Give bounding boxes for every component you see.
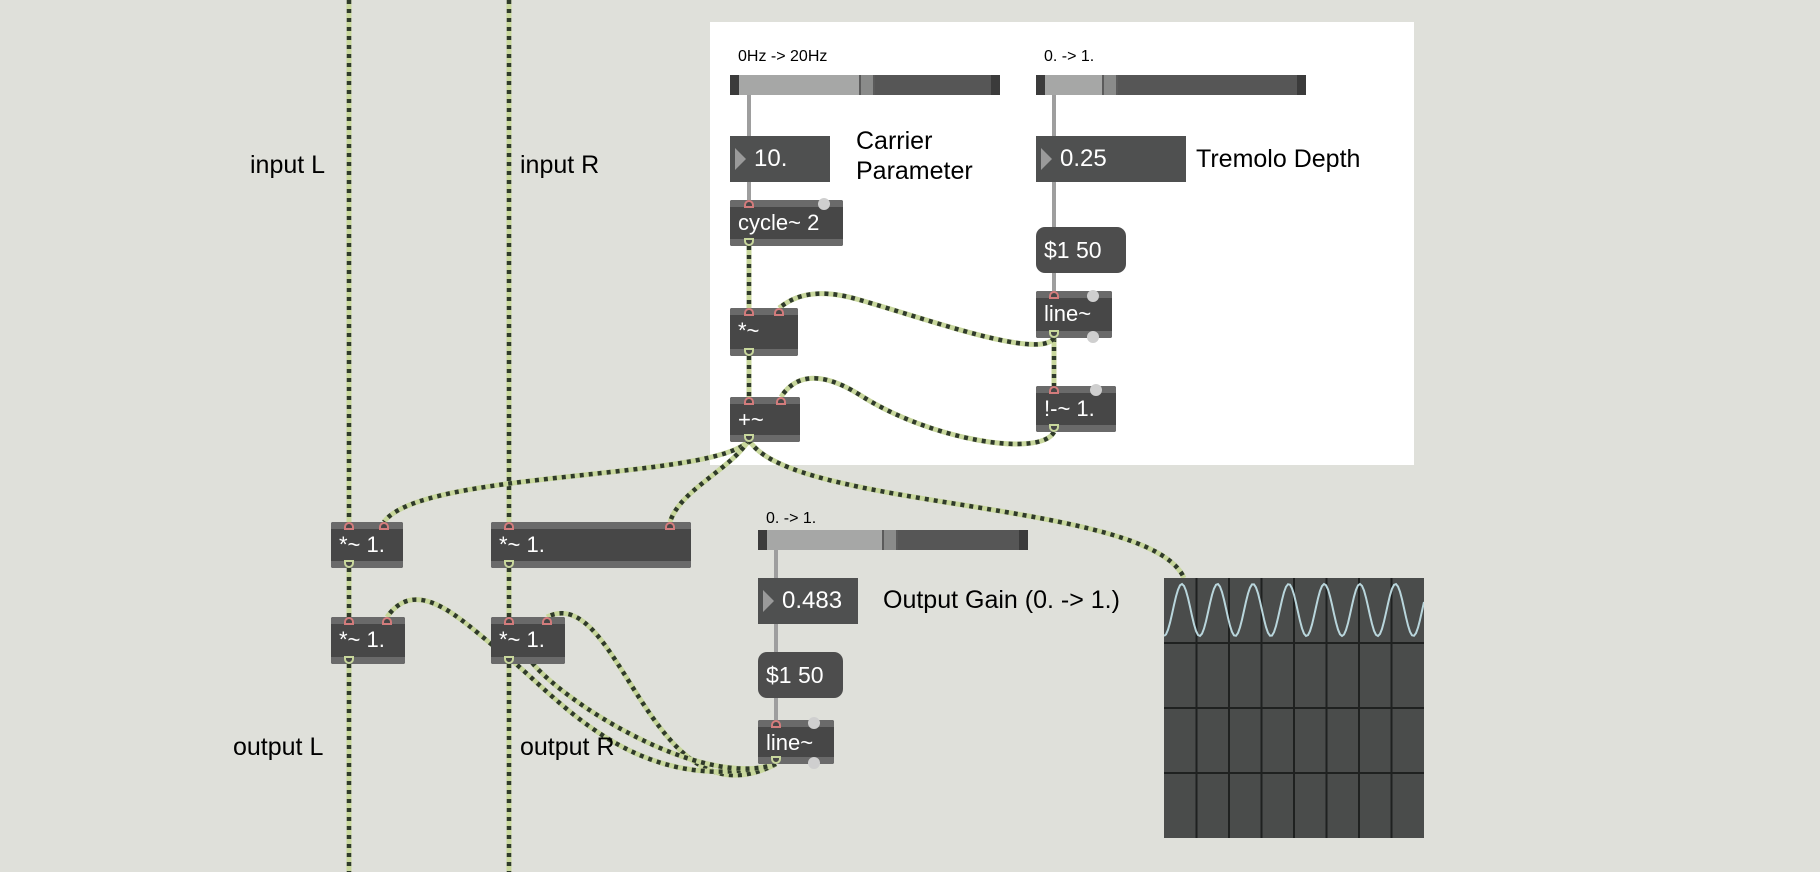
output-r-label: output R — [520, 733, 615, 761]
inlet-port[interactable] — [379, 522, 389, 530]
object-inlet-bar — [730, 308, 798, 315]
add-signal-object[interactable]: +~ — [730, 397, 800, 442]
output-range-label: 0. -> 1. — [766, 510, 817, 527]
inlet-port[interactable] — [744, 397, 754, 405]
add-signal-text: +~ — [738, 407, 764, 432]
inlet-port[interactable] — [344, 522, 354, 530]
output-line-text: line~ — [766, 730, 814, 755]
inlet-port[interactable] — [382, 617, 392, 625]
right-modulation-object[interactable]: *~ 1. — [491, 522, 691, 568]
carrier-number-value: 10. — [754, 145, 788, 172]
inlet-port[interactable] — [1049, 386, 1059, 394]
carrier-slider-knob[interactable] — [859, 75, 875, 95]
signal-indicator-icon — [808, 717, 820, 729]
object-outlet-bar — [331, 657, 405, 664]
tremolo-number-box[interactable]: 0.25 — [1036, 136, 1186, 182]
multiply-signal-object[interactable]: *~ — [730, 308, 798, 356]
left-output-gain-text: *~ 1. — [339, 627, 385, 652]
slider-cap-right — [1019, 530, 1028, 550]
output-gain-slider[interactable] — [758, 530, 1028, 550]
tremolo-line-text: line~ — [1044, 301, 1092, 326]
left-modulation-object[interactable]: *~ 1. — [331, 522, 403, 568]
input-r-label: input R — [520, 151, 600, 179]
multiply-signal-text: *~ — [738, 318, 760, 343]
inlet-port[interactable] — [776, 397, 786, 405]
slider-cap-left — [758, 530, 767, 550]
invert-signal-object[interactable]: !-~ 1. — [1036, 386, 1116, 432]
output-gain-number-value: 0.483 — [782, 587, 843, 614]
object-inlet-bar — [758, 720, 834, 727]
carrier-slider[interactable] — [730, 75, 1000, 95]
inlet-port[interactable] — [744, 200, 754, 208]
oscilloscope[interactable] — [1163, 578, 1425, 838]
object-inlet-bar — [331, 617, 405, 624]
tremolo-number-value: 0.25 — [1060, 145, 1107, 172]
object-outlet-bar — [331, 561, 403, 568]
number-triangle-icon — [763, 590, 774, 612]
inlet-port[interactable] — [504, 522, 514, 530]
signal-indicator-icon — [818, 198, 830, 210]
output-slider-fill — [758, 530, 883, 550]
output-gain-label: Output Gain (0. -> 1.) — [883, 586, 1120, 614]
object-outlet-bar — [758, 757, 834, 764]
tremolo-ramp-message[interactable]: $1 50 — [1036, 227, 1126, 273]
inlet-port[interactable] — [665, 522, 675, 530]
number-triangle-icon — [735, 148, 746, 170]
inlet-port[interactable] — [542, 617, 552, 625]
carrier-number-box[interactable]: 10. — [730, 136, 830, 182]
scope-display — [1163, 578, 1425, 838]
object-outlet-bar — [1036, 425, 1116, 432]
object-inlet-bar — [491, 522, 691, 529]
inlet-port[interactable] — [774, 308, 784, 316]
left-modulation-text: *~ 1. — [339, 532, 385, 557]
object-inlet-bar — [1036, 291, 1112, 298]
inlet-port[interactable] — [1049, 291, 1059, 299]
object-outlet-bar — [730, 435, 800, 442]
object-outlet-bar — [491, 561, 691, 568]
inlet-port[interactable] — [344, 617, 354, 625]
object-outlet-bar — [730, 349, 798, 356]
tremolo-range-label: 0. -> 1. — [1044, 48, 1095, 65]
number-triangle-icon — [1041, 148, 1052, 170]
carrier-parameter-label: Carrier Parameter — [856, 127, 973, 185]
tremolo-slider[interactable] — [1036, 75, 1306, 95]
inlet-port[interactable] — [504, 617, 514, 625]
right-output-gain-text: *~ 1. — [499, 627, 545, 652]
input-l-label: input L — [250, 151, 326, 179]
tremolo-slider-knob[interactable] — [1102, 75, 1118, 95]
object-inlet-bar — [1036, 386, 1116, 393]
output-line-object[interactable]: line~ — [758, 720, 834, 764]
object-outlet-bar — [491, 657, 565, 664]
slider-cap-left — [1036, 75, 1045, 95]
output-ramp-message[interactable]: $1 50 — [758, 652, 843, 698]
slider-cap-right — [1297, 75, 1306, 95]
slider-cap-right — [991, 75, 1000, 95]
signal-indicator-icon — [1087, 331, 1099, 343]
signal-indicator-icon — [1087, 290, 1099, 302]
signal-indicator-icon — [808, 757, 820, 769]
object-outlet-bar — [1036, 331, 1112, 338]
right-modulation-text: *~ 1. — [499, 532, 545, 557]
output-gain-number-box[interactable]: 0.483 — [758, 578, 858, 624]
tremolo-slider-fill — [1036, 75, 1103, 95]
slider-cap-left — [730, 75, 739, 95]
right-output-gain-object[interactable]: *~ 1. — [491, 617, 565, 664]
inlet-port[interactable] — [771, 720, 781, 728]
tremolo-depth-label: Tremolo Depth — [1196, 145, 1361, 173]
object-inlet-bar — [331, 522, 403, 529]
left-output-gain-object[interactable]: *~ 1. — [331, 617, 405, 664]
invert-signal-text: !-~ 1. — [1044, 396, 1095, 421]
output-slider-knob[interactable] — [882, 530, 898, 550]
carrier-slider-fill — [730, 75, 860, 95]
output-l-label: output L — [233, 733, 324, 761]
carrier-range-label: 0Hz -> 20Hz — [738, 48, 828, 65]
object-inlet-bar — [491, 617, 565, 624]
cycle-object-text: cycle~ 2 — [738, 210, 820, 235]
signal-indicator-icon — [1090, 384, 1102, 396]
object-inlet-bar — [730, 397, 800, 404]
tremolo-line-object[interactable]: line~ — [1036, 291, 1112, 338]
inlet-port[interactable] — [744, 308, 754, 316]
